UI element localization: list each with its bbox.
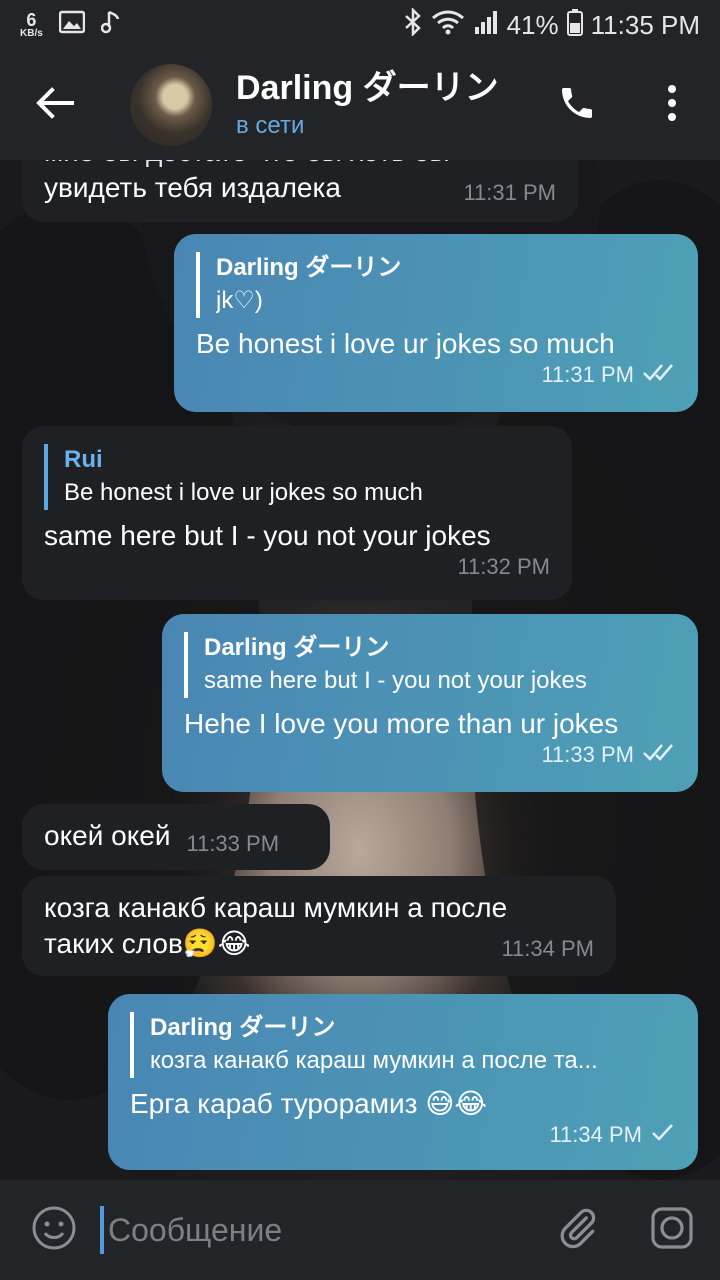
image-icon: [58, 10, 86, 41]
message-outgoing[interactable]: Darling ダーリン same here but I - you not y…: [162, 614, 698, 792]
message-text: Ерга караб турорамиз 😅😂: [130, 1088, 488, 1119]
call-button[interactable]: [548, 76, 606, 134]
more-vertical-icon: [667, 84, 677, 127]
more-options-button[interactable]: [650, 76, 694, 134]
online-status: в сети: [236, 112, 305, 139]
message-text-partial: мне бы достато что бы хоть бы: [44, 160, 556, 170]
reply-preview[interactable]: Darling ダーリン same here but I - you not y…: [184, 632, 676, 698]
message-incoming[interactable]: Rui Be honest i love ur jokes so much sa…: [22, 426, 572, 600]
message-incoming[interactable]: мне бы достато что бы хоть бы увидеть те…: [22, 160, 578, 222]
message-time: 11:33 PM: [186, 831, 280, 856]
battery-icon: [566, 8, 583, 43]
back-button[interactable]: [0, 50, 110, 160]
text-caret: [100, 1206, 104, 1254]
double-check-icon: [642, 742, 676, 768]
reply-author: Darling ダーリン: [204, 634, 390, 661]
reply-text: jk♡): [216, 287, 263, 314]
net-speed-value: 6: [26, 10, 37, 30]
message-outgoing[interactable]: Darling ダーリン jk♡) Be honest i love ur jo…: [174, 234, 698, 412]
message-text: окей окей: [44, 820, 171, 851]
chat-title: Darling ダーリン: [236, 69, 499, 107]
message-incoming[interactable]: козга канакб караш мумкин а после таких …: [22, 876, 616, 976]
clock: 11:35 PM: [590, 9, 700, 40]
message-incoming[interactable]: окей окей 11:33 PM: [22, 804, 330, 870]
reply-text: Be honest i love ur jokes so much: [64, 479, 423, 506]
chat-header: Darling ダーリン в сети: [0, 50, 720, 160]
reply-author: Darling ダーリン: [216, 254, 402, 281]
network-speed: 6 KB/s: [20, 11, 43, 39]
net-speed-unit: KB/s: [20, 28, 43, 39]
back-arrow-icon: [36, 86, 74, 124]
message-input[interactable]: Сообщение: [100, 1200, 720, 1260]
wifi-icon: [431, 9, 465, 42]
signal-icon: [473, 9, 499, 42]
reply-preview[interactable]: Darling ダーリン jk♡): [196, 252, 676, 318]
message-input-bar: Сообщение: [0, 1180, 720, 1280]
camera-icon: [649, 1205, 695, 1256]
message-time: 11:31 PM: [541, 362, 634, 387]
message-text-line: таких слов😮‍💨😂: [44, 928, 251, 959]
attach-button[interactable]: [548, 1200, 608, 1260]
reply-author: Darling ダーリン: [150, 1014, 336, 1041]
battery-percent: 41%: [506, 9, 559, 40]
status-bar: 6 KB/s 41% 11:35 PM: [0, 0, 720, 50]
camera-button[interactable]: [642, 1200, 702, 1260]
emoji-icon: [31, 1205, 77, 1256]
message-text: Be honest i love ur jokes so much: [196, 328, 615, 359]
message-text: same here but I - you not your jokes: [44, 520, 491, 551]
single-check-icon: [650, 1122, 676, 1148]
bluetooth-icon: [403, 6, 423, 43]
message-time: 11:32 PM: [457, 554, 550, 579]
emoji-button[interactable]: [0, 1180, 108, 1280]
phone-icon: [557, 83, 597, 128]
message-text: Hehe I love you more than ur jokes: [184, 708, 619, 739]
avatar[interactable]: [130, 64, 212, 146]
message-text-line: козга канакб караш мумкин а после: [44, 892, 508, 923]
reply-text: same here but I - you not your jokes: [204, 667, 587, 694]
message-list[interactable]: мне бы достато что бы хоть бы увидеть те…: [0, 160, 720, 1180]
attach-icon: [556, 1206, 600, 1255]
double-check-icon: [642, 362, 676, 388]
message-time: 11:34 PM: [501, 936, 594, 961]
music-note-icon: [100, 9, 121, 42]
reply-preview[interactable]: Rui Be honest i love ur jokes so much: [44, 444, 550, 510]
message-time: 11:31 PM: [463, 180, 556, 205]
message-outgoing[interactable]: Darling ダーリン козга канакб караш мумкин а…: [108, 994, 698, 1170]
reply-text: козга канакб караш мумкин а после та...: [150, 1047, 598, 1074]
chat-title-block[interactable]: Darling ダーリン в сети: [236, 68, 499, 142]
message-time: 11:34 PM: [549, 1122, 642, 1147]
message-time: 11:33 PM: [541, 742, 634, 767]
reply-author: Rui: [64, 446, 103, 473]
reply-preview[interactable]: Darling ダーリン козга канакб караш мумкин а…: [130, 1012, 676, 1078]
message-text: увидеть тебя издалека: [44, 172, 341, 203]
message-placeholder: Сообщение: [108, 1211, 283, 1248]
